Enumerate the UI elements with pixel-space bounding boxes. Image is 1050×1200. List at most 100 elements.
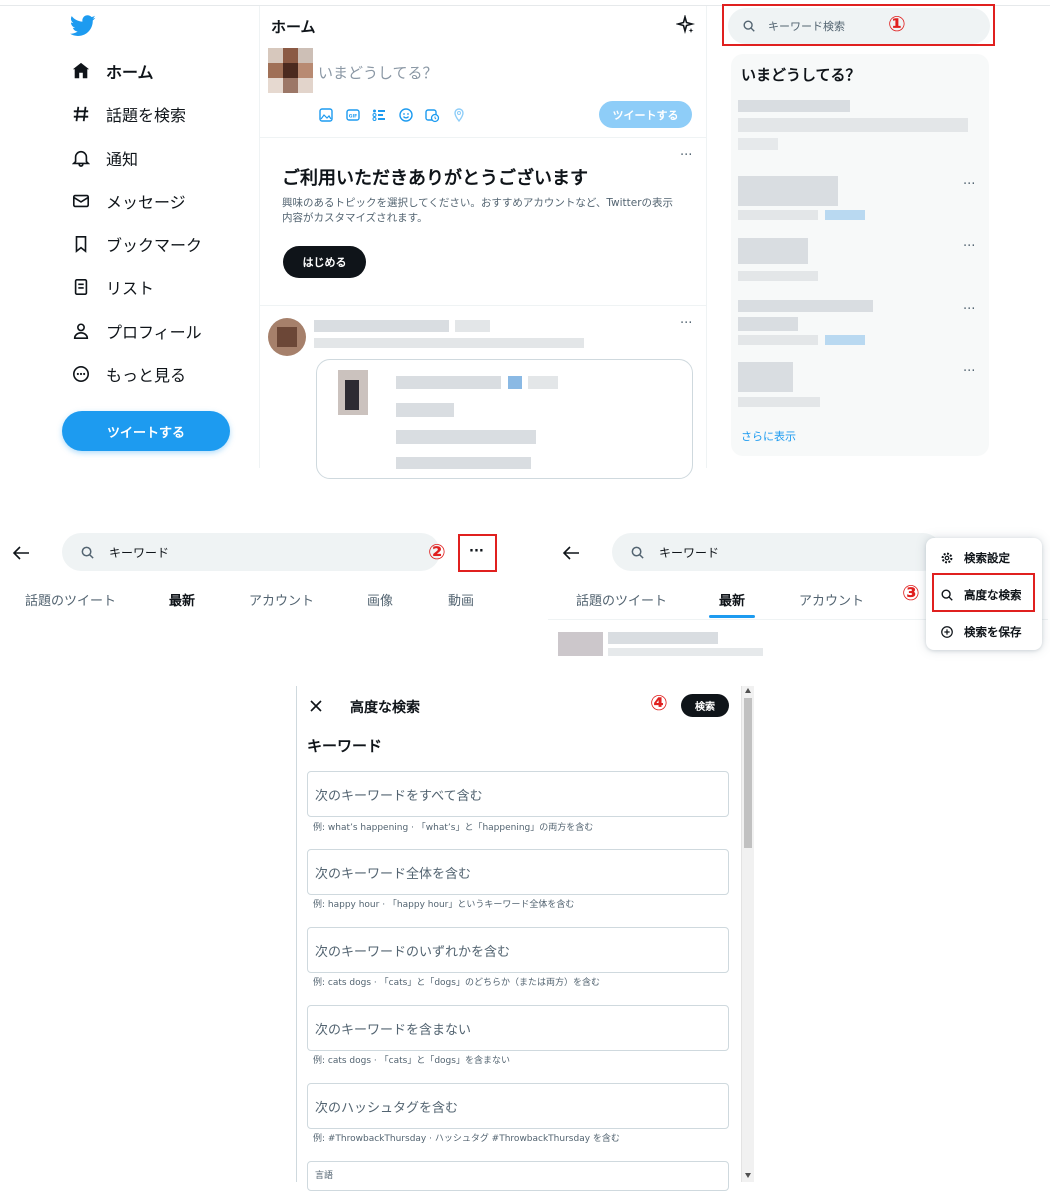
trend-blurred [738,335,818,345]
sidebar-item-explore[interactable]: 話題を検索 [70,99,186,129]
hashtag-icon [70,103,92,125]
tab-top[interactable]: 話題のツイート [576,590,667,609]
exact-phrase-field[interactable]: 次のキーワード全体を含む [307,849,729,895]
sidebar-item-profile[interactable]: プロフィール [70,316,202,346]
tab-latest[interactable]: 最新 [169,590,195,609]
emoji-icon[interactable] [398,107,414,123]
trend-blurred [738,271,818,281]
all-words-hint: 例: what’s happening · 「what’s」と「happenin… [313,823,594,833]
sidebar-item-label: リスト [106,279,155,298]
more-options-icon[interactable]: ··· [963,178,979,192]
advanced-search-submit-button[interactable]: 検索 [681,694,729,717]
sidebar-item-label: 通知 [106,150,139,169]
tweet-avatar[interactable] [268,318,306,356]
person-icon [70,320,92,342]
tweet-author-blurred [314,320,449,332]
svg-text:GIF: GIF [349,114,357,120]
search-input[interactable]: キーワード [62,533,440,571]
more-options-icon[interactable]: ··· [680,317,696,331]
tab-accounts[interactable]: アカウント [249,590,314,609]
sidebar-item-bookmarks[interactable]: ブックマーク [70,229,202,259]
bell-icon [70,147,92,169]
tab-top[interactable]: 話題のツイート [25,590,116,609]
trend-blurred [738,317,798,331]
menu-item-advanced-search[interactable]: 高度な検索 [940,587,1022,603]
avatar[interactable] [268,48,313,93]
schedule-icon[interactable] [424,107,440,123]
sidebar-item-home[interactable]: ホーム [70,56,154,86]
trend-blurred [738,397,820,407]
show-more-link[interactable]: さらに表示 [741,428,796,444]
scroll-down-icon[interactable] [745,1173,751,1178]
hashtags-field[interactable]: 次のハッシュタグを含む [307,1083,729,1129]
result-text-blurred [608,648,763,656]
search-icon [81,546,94,559]
tab-accounts[interactable]: アカウント [799,590,864,609]
back-arrow-icon[interactable] [562,545,580,561]
compose-input[interactable]: いまどうしてる？ [318,62,438,83]
scrollbar-thumb[interactable] [744,698,752,848]
image-icon[interactable] [318,107,334,123]
sparkle-icon[interactable] [676,15,696,35]
language-label: 言語 [315,1171,334,1181]
poll-icon[interactable] [371,107,387,123]
search-query: キーワード [659,545,720,560]
annotation-step2: ② [428,540,446,564]
sidebar-item-messages[interactable]: メッセージ [70,186,186,216]
tweet-handle-blurred [455,320,490,332]
more-options-icon[interactable]: ··· [963,365,979,379]
sidebar-item-label: ブックマーク [106,236,203,255]
more-circle-icon [70,363,92,385]
tab-images[interactable]: 画像 [367,590,393,609]
quoted-text-blurred [396,430,536,444]
tab-latest[interactable]: 最新 [719,590,745,609]
more-options-icon[interactable]: ··· [963,303,979,317]
search-input[interactable]: キーワード [612,533,942,571]
language-select[interactable]: 言語 [307,1161,729,1191]
more-options-icon[interactable]: ··· [680,149,696,163]
exact-phrase-hint: 例: happy hour · 「happy hour」というキーワード全体を含… [313,900,575,910]
all-words-field[interactable]: 次のキーワードをすべて含む [307,771,729,817]
bookmark-icon [70,233,92,255]
menu-item-save-search[interactable]: 検索を保存 [940,624,1022,640]
tab-videos[interactable]: 動画 [448,590,474,609]
search-more-options-icon[interactable]: ··· [469,545,485,559]
trend-blurred [738,238,808,264]
sidebar-item-lists[interactable]: リスト [70,272,154,302]
menu-item-search-settings[interactable]: 検索設定 [940,550,1010,566]
trend-blurred [738,362,793,392]
location-icon[interactable] [451,107,467,123]
search-query: キーワード [109,545,170,560]
close-icon[interactable] [309,699,323,713]
search-icon [631,546,644,559]
annotation-box-step1 [722,4,995,46]
twitter-bird-icon[interactable] [70,14,96,38]
gear-icon [941,552,953,564]
page-title: ホーム [271,18,316,36]
search-icon [941,589,953,601]
sidebar-divider [259,6,260,468]
envelope-icon [70,190,92,212]
quoted-handle-blurred [528,376,558,389]
sidebar-item-label: もっと見る [106,366,187,385]
list-icon [70,276,92,298]
any-words-field[interactable]: 次のキーワードのいずれかを含む [307,927,729,973]
none-words-field[interactable]: 次のキーワードを含まない [307,1005,729,1051]
annotation-step1: ① [888,12,906,36]
more-options-icon[interactable]: ··· [963,240,979,254]
divider [260,137,706,138]
sidebar-tweet-button[interactable]: ツイートする [62,411,230,451]
keyword-section-heading: キーワード [307,737,383,755]
timeline-divider [706,6,707,468]
sidebar-item-more[interactable]: もっと見る [70,359,186,389]
compose-tweet-button[interactable]: ツイートする [599,101,692,128]
scroll-up-icon[interactable] [745,688,751,693]
quoted-tweet-image-detail [345,380,359,410]
gif-icon[interactable]: GIF [345,107,361,123]
start-button[interactable]: はじめる [283,246,366,278]
sidebar-item-notifications[interactable]: 通知 [70,143,138,173]
trends-title: いまどうしてる？ [741,66,861,84]
sidebar-item-label: プロフィール [106,323,202,342]
plus-circle-icon [941,626,953,638]
back-arrow-icon[interactable] [12,545,30,561]
